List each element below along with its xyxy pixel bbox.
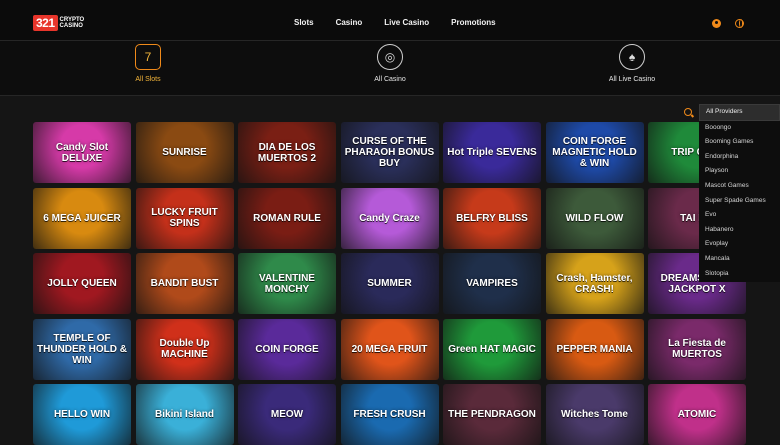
nav-promotions[interactable]: Promotions — [451, 18, 495, 27]
game-title: TEMPLE OF THUNDER HOLD & WIN — [37, 332, 127, 366]
game-tile[interactable]: WILD FLOW — [545, 187, 644, 249]
nav-casino[interactable]: Casino — [336, 18, 363, 27]
game-tile[interactable]: Candy Slot DELUXE — [33, 122, 131, 183]
tab-label: All Casino — [374, 76, 406, 83]
tab-all-slots[interactable]: 7 All Slots — [108, 44, 188, 83]
game-tile[interactable]: SUMMER — [340, 253, 439, 314]
game-tile[interactable]: VALENTINE MONCHY — [238, 253, 336, 314]
category-tabs: 7 All Slots ◎ All Casino ♠ All Live Casi… — [0, 41, 780, 96]
game-title: ROMAN RULE — [253, 212, 321, 224]
game-title: THE PENDRAGON — [448, 409, 536, 420]
provider-option[interactable]: Evo — [699, 208, 780, 223]
game-title: VALENTINE MONCHY — [259, 272, 315, 295]
provider-option[interactable]: Super Spade Games — [699, 194, 780, 209]
game-tile[interactable]: TEMPLE OF THUNDER HOLD & WIN — [33, 318, 131, 380]
game-title: ATOMIC — [677, 409, 717, 420]
game-title: WILD FLOW — [565, 212, 624, 224]
provider-option[interactable]: All Providers — [699, 104, 780, 121]
search-icon[interactable] — [684, 108, 692, 116]
game-title: Candy Slot DELUXE — [55, 141, 109, 164]
game-tile[interactable]: Bikini Island — [135, 384, 234, 445]
logo[interactable]: 321 CRYPTO CASINO — [33, 15, 90, 31]
game-title: Hot Triple SEVENS — [447, 147, 537, 158]
game-tile[interactable]: BANDIT BUST — [135, 253, 234, 314]
provider-option[interactable]: Booming Games — [699, 135, 780, 150]
game-tile[interactable]: 20 MEGA FRUIT — [340, 318, 439, 380]
game-title: Witches Tome — [561, 409, 628, 420]
game-tile[interactable]: La Fiesta de MUERTOS — [648, 318, 746, 380]
game-title: La Fiesta de MUERTOS — [668, 338, 726, 360]
game-tile[interactable]: Double Up MACHINE — [135, 318, 234, 380]
game-title: COIN FORGE MAGNETIC HOLD & WIN — [552, 136, 637, 169]
game-title: PEPPER MANIA — [556, 343, 633, 355]
game-tile[interactable]: SUNRISE — [135, 122, 234, 183]
game-title: MEOW — [270, 409, 304, 420]
game-title: DIA DE LOS MUERTOS 2 — [257, 141, 317, 164]
tab-label: All Slots — [135, 76, 161, 83]
game-tile[interactable]: Witches Tome — [545, 384, 644, 445]
game-title: Crash, Hamster, CRASH! — [556, 272, 633, 295]
game-tile[interactable]: Crash, Hamster, CRASH! — [545, 253, 644, 314]
game-tile[interactable]: JOLLY QUEEN — [33, 253, 131, 314]
provider-dropdown[interactable]: All Providers Booongo Booming Games Endo… — [699, 104, 780, 282]
game-title: JOLLY QUEEN — [47, 278, 117, 289]
game-title: 20 MEGA FRUIT — [351, 343, 428, 355]
game-tile[interactable]: COIN FORGE — [238, 318, 336, 380]
slot-machine-icon: 7 — [135, 44, 161, 70]
provider-option[interactable]: Playson — [699, 164, 780, 179]
logo-name: CRYPTO CASINO — [59, 17, 85, 29]
tab-all-live-casino[interactable]: ♠ All Live Casino — [592, 44, 672, 83]
game-title: Candy Craze — [359, 212, 420, 224]
provider-option[interactable]: Mascot Games — [699, 179, 780, 194]
game-tile[interactable]: Candy Craze — [340, 187, 439, 249]
game-tile[interactable]: 6 MEGA JUICER — [33, 187, 131, 249]
game-title: 6 MEGA JUICER — [43, 212, 121, 224]
tab-all-casino[interactable]: ◎ All Casino — [350, 44, 430, 83]
game-tile[interactable]: Green HAT MAGIC — [443, 318, 541, 380]
game-title: LUCKY FRUIT SPINS — [151, 207, 218, 229]
game-title: SUMMER — [367, 278, 412, 289]
game-tile[interactable]: VAMPIRES — [443, 253, 541, 314]
game-tile[interactable]: FRESH CRUSH — [340, 384, 439, 445]
game-title: Green HAT MAGIC — [448, 343, 536, 355]
provider-option[interactable]: Mancala — [699, 252, 780, 267]
game-title: SUNRISE — [162, 147, 207, 158]
game-title: VAMPIRES — [466, 278, 518, 289]
game-tile[interactable]: MEOW — [238, 384, 336, 445]
game-title: FRESH CRUSH — [353, 409, 426, 420]
game-title: Bikini Island — [155, 409, 214, 420]
game-tile[interactable]: Hot Triple SEVENS — [443, 122, 541, 183]
poker-chip-icon: ◎ — [377, 44, 403, 70]
game-title: BANDIT BUST — [150, 278, 219, 289]
game-tile[interactable]: COIN FORGE MAGNETIC HOLD & WIN — [545, 122, 644, 183]
provider-option[interactable]: Endorphina — [699, 150, 780, 165]
top-bar: 321 CRYPTO CASINO Slots Casino Live Casi… — [0, 0, 780, 41]
game-title: Double Up MACHINE — [159, 338, 210, 360]
game-tile[interactable]: PEPPER MANIA — [545, 318, 644, 380]
logo-number: 321 — [33, 15, 58, 31]
user-icon[interactable] — [712, 19, 721, 28]
globe-icon[interactable] — [735, 19, 744, 28]
main-nav: Slots Casino Live Casino Promotions — [294, 18, 496, 27]
provider-option[interactable]: Slotopia — [699, 267, 780, 282]
game-tile[interactable]: CURSE OF THE PHARAOH BONUS BUY — [340, 122, 439, 183]
game-title: HELLO WIN — [53, 409, 111, 420]
game-title: COIN FORGE — [255, 343, 319, 355]
cards-icon: ♠ — [619, 44, 645, 70]
provider-option[interactable]: Booongo — [699, 121, 780, 136]
game-tile[interactable]: ATOMIC — [648, 384, 746, 445]
game-title: CURSE OF THE PHARAOH BONUS BUY — [344, 136, 435, 169]
game-tile[interactable]: HELLO WIN — [33, 384, 131, 445]
game-tile[interactable]: ROMAN RULE — [238, 187, 336, 249]
game-title: BELFRY BLISS — [456, 212, 528, 224]
nav-slots[interactable]: Slots — [294, 18, 314, 27]
provider-option[interactable]: Habanero — [699, 223, 780, 238]
game-tile[interactable]: THE PENDRAGON — [443, 384, 541, 445]
provider-option[interactable]: Evoplay — [699, 237, 780, 252]
game-tile[interactable]: BELFRY BLISS — [443, 187, 541, 249]
game-tile[interactable]: LUCKY FRUIT SPINS — [135, 187, 234, 249]
game-tile[interactable]: DIA DE LOS MUERTOS 2 — [238, 122, 336, 183]
tab-label: All Live Casino — [608, 76, 656, 83]
nav-live-casino[interactable]: Live Casino — [384, 18, 429, 27]
